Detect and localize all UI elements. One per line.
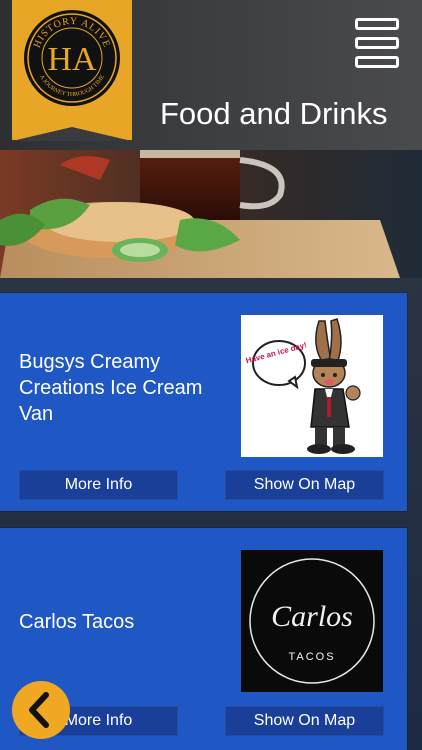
more-info-button[interactable]: More Info xyxy=(19,470,178,500)
logo-monogram: HA xyxy=(47,41,97,78)
show-on-map-button[interactable]: Show On Map xyxy=(225,706,384,736)
listing-name: Bugsys Creamy Creations Ice Cream Van xyxy=(19,351,203,425)
listing-name: Carlos Tacos xyxy=(19,611,135,633)
menu-button[interactable] xyxy=(355,18,405,72)
listing-card: Bugsys Creamy Creations Ice Cream Van Ha… xyxy=(0,293,407,511)
carlos-subtext: TACOS xyxy=(288,651,335,663)
history-alive-logo[interactable]: HISTORY ALIVE A JOURNEY THROUGH TIME HA xyxy=(22,8,122,108)
chevron-left-icon xyxy=(29,692,49,728)
carlos-tacos-logo-image: Carlos TACOS xyxy=(241,550,383,692)
bugsys-logo-image: Have an ice day! xyxy=(241,315,383,457)
carlos-script-text: Carlos xyxy=(271,600,353,633)
food-banner-image xyxy=(0,150,422,278)
header: HISTORY ALIVE A JOURNEY THROUGH TIME HA … xyxy=(0,0,422,150)
show-on-map-button[interactable]: Show On Map xyxy=(225,470,384,500)
back-button[interactable] xyxy=(12,681,70,739)
page-title: Food and Drinks xyxy=(160,96,388,131)
